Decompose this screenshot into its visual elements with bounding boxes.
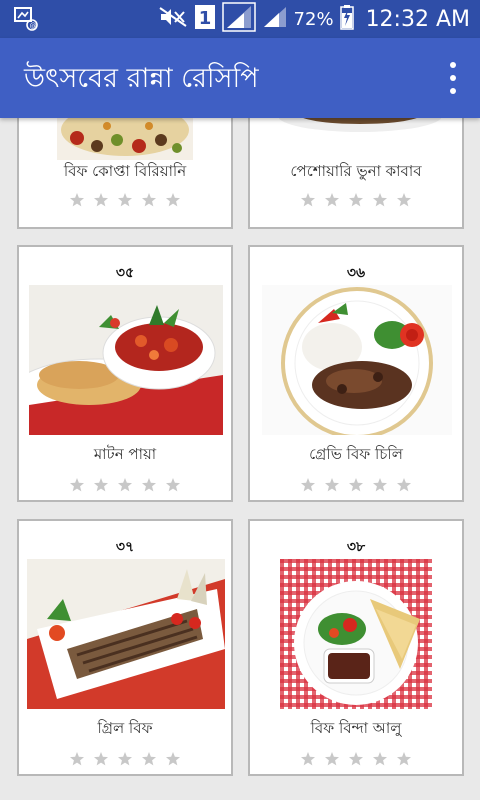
star-icon[interactable] [69,477,85,493]
battery-charging-icon [339,4,354,34]
recipe-card[interactable]: পেশোয়ারি ভুনা কাবাব [248,118,464,229]
star-icon[interactable] [324,751,340,767]
page-title: উৎসবের রান্না রেসিপি [24,63,259,94]
app-bar: উৎসবের রান্না রেসিপি [0,38,480,118]
svg-text:1: 1 [198,8,211,29]
rating-stars[interactable] [250,751,462,767]
star-icon[interactable] [300,477,316,493]
star-icon[interactable] [141,477,157,493]
star-icon[interactable] [117,192,133,208]
overflow-menu-icon[interactable] [446,62,460,94]
star-icon[interactable] [117,751,133,767]
battery-percent: 72% [293,8,334,30]
star-icon[interactable] [396,192,412,208]
star-icon[interactable] [324,192,340,208]
recipe-name: গ্রিল বিফ [97,719,153,737]
recipe-photo [57,118,193,160]
rating-stars[interactable] [19,477,231,493]
star-icon[interactable] [300,192,316,208]
recipe-name: মাটন পায়া [93,445,157,463]
svg-text:@: @ [30,22,37,30]
recipe-card[interactable]: ৩৭ গ্রিল বিফ [17,519,233,776]
recipe-number: ৩৬ [346,265,366,281]
star-icon[interactable] [348,477,364,493]
recipe-card[interactable]: ৩৮ বিফ বিন্দা আলু [248,519,464,776]
star-icon[interactable] [141,192,157,208]
signal-icon [221,2,256,36]
star-icon[interactable] [93,751,109,767]
recipe-number: ৩৫ [115,265,135,281]
recipe-card[interactable]: ৩৫ মাটন পায়া [17,245,233,502]
star-icon[interactable] [93,477,109,493]
star-icon[interactable] [69,751,85,767]
recipe-name: বিফ কোপ্তা বিরিয়ানি [63,162,187,180]
recipe-number: ৩৭ [115,539,135,555]
rating-stars[interactable] [19,751,231,767]
star-icon[interactable] [396,751,412,767]
star-icon[interactable] [69,192,85,208]
star-icon[interactable] [165,192,181,208]
recipe-photo [250,118,462,138]
recipe-photo [27,559,225,709]
recipe-name: গ্রেভি বিফ চিলি [309,445,403,463]
star-icon[interactable] [324,477,340,493]
rating-stars[interactable] [250,477,462,493]
rating-stars[interactable] [250,192,462,208]
status-bar: @ 1 72% 12:32 AM [0,0,480,38]
star-icon[interactable] [117,477,133,493]
clock: 12:32 AM [365,6,470,32]
star-icon[interactable] [372,192,388,208]
rating-stars[interactable] [19,192,231,208]
recipe-photo [29,285,223,435]
star-icon[interactable] [348,751,364,767]
star-icon[interactable] [396,477,412,493]
star-icon[interactable] [165,751,181,767]
star-icon[interactable] [372,751,388,767]
recipe-card[interactable]: বিফ কোপ্তা বিরিয়ানি [17,118,233,229]
recipe-photo [262,285,452,435]
screenshot-icon: @ [14,6,40,32]
star-icon[interactable] [348,192,364,208]
signal-icon [262,5,288,33]
mute-icon [158,6,188,32]
recipe-grid: বিফ কোপ্তা বিরিয়ানি পেশোয়ারি ভুনা কাবা… [0,118,480,800]
recipe-card[interactable]: ৩৬ গ্রেভি বিফ চিলি [248,245,464,502]
recipe-name: বিফ বিন্দা আলু [310,719,402,737]
sim-icon: 1 [194,4,216,34]
star-icon[interactable] [300,751,316,767]
star-icon[interactable] [93,192,109,208]
recipe-photo [280,559,432,709]
star-icon[interactable] [372,477,388,493]
star-icon[interactable] [141,751,157,767]
star-icon[interactable] [165,477,181,493]
recipe-number: ৩৮ [346,539,366,555]
recipe-name: পেশোয়ারি ভুনা কাবাব [290,162,422,180]
